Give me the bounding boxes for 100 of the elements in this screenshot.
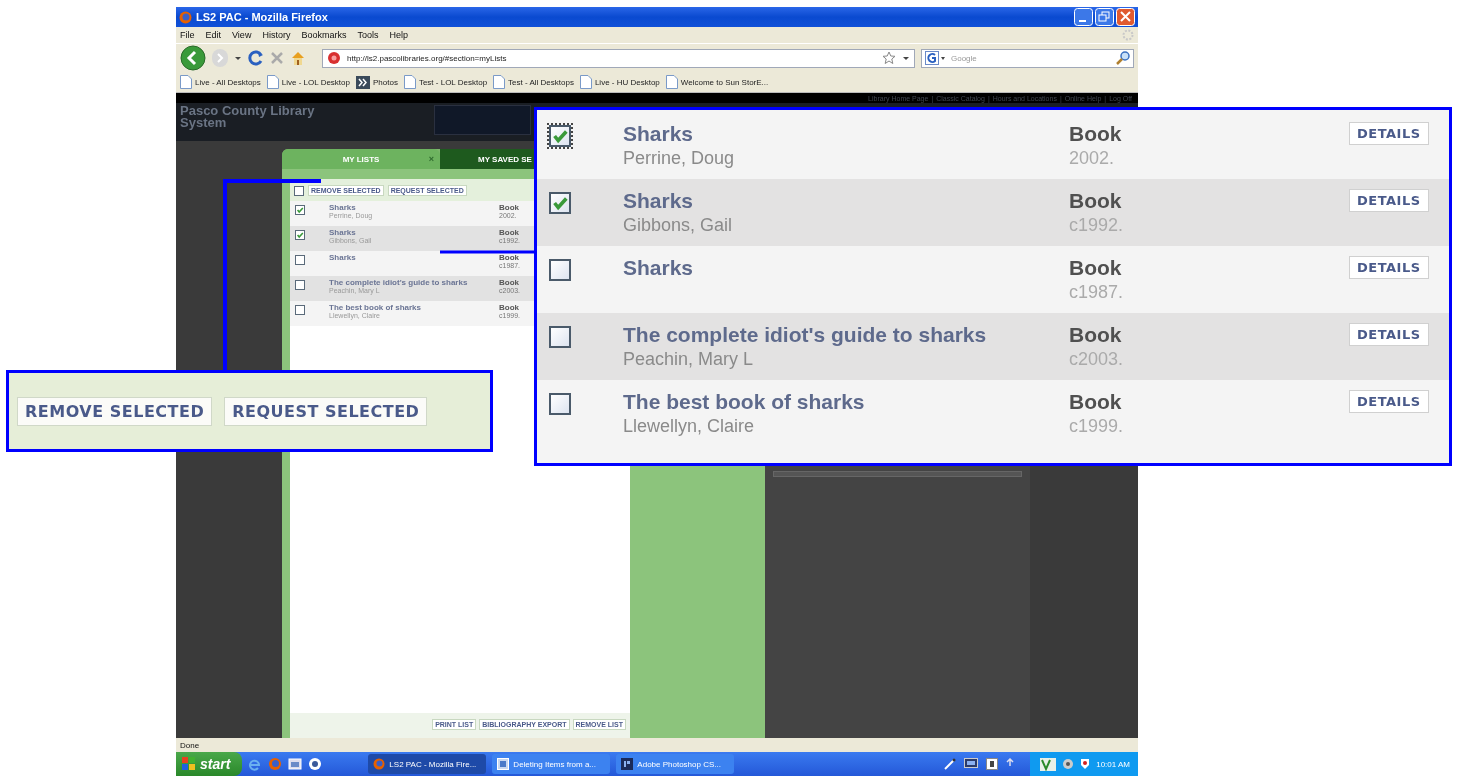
page-icon bbox=[180, 75, 192, 89]
bookmark-item[interactable]: Test - All Desktops bbox=[493, 75, 574, 89]
item-title[interactable]: Sharks bbox=[329, 203, 499, 212]
bookmark-item[interactable]: Welcome to Sun StorE... bbox=[665, 75, 769, 89]
restore-button[interactable] bbox=[1095, 8, 1114, 26]
item-format: Book bbox=[1069, 323, 1123, 347]
bookmark-item[interactable]: Photos bbox=[356, 75, 398, 89]
item-format: Book bbox=[499, 278, 520, 287]
page-icon bbox=[579, 75, 592, 89]
firefox-icon bbox=[179, 10, 192, 24]
item-year: 2002. bbox=[1069, 148, 1116, 169]
item-title[interactable]: The complete idiot's guide to sharks bbox=[623, 323, 1069, 347]
menu-item[interactable]: View bbox=[232, 30, 252, 40]
clock: 10:01 AM bbox=[1096, 759, 1130, 769]
shield-icon[interactable] bbox=[1080, 758, 1091, 770]
checkbox[interactable] bbox=[295, 230, 305, 240]
star-icon[interactable] bbox=[882, 51, 896, 65]
tab[interactable]: MY SAVED SE bbox=[440, 149, 535, 169]
checkbox[interactable] bbox=[294, 185, 304, 196]
details-button[interactable]: DETAILS bbox=[1349, 256, 1429, 279]
item-title[interactable]: The best book of sharks bbox=[329, 303, 499, 312]
site-name: Pasco County Library System bbox=[180, 105, 316, 132]
page-icon bbox=[403, 75, 416, 89]
item-format: Book bbox=[1069, 390, 1123, 414]
details-button[interactable]: DETAILS bbox=[1349, 122, 1429, 145]
search-engine-icon[interactable] bbox=[925, 51, 947, 65]
photoshop-icon bbox=[621, 758, 634, 770]
search-icon[interactable] bbox=[1116, 51, 1130, 65]
help-icon[interactable] bbox=[986, 758, 999, 770]
item-title[interactable]: Sharks bbox=[623, 122, 1069, 146]
menu-item[interactable]: Edit bbox=[205, 30, 222, 40]
start-button[interactable]: start bbox=[176, 752, 243, 776]
dropdown-arrow-icon[interactable] bbox=[902, 54, 910, 62]
dropdown-arrow-icon[interactable] bbox=[234, 54, 242, 62]
taskbar-button[interactable]: LS2 PAC - Mozilla Fire... bbox=[368, 754, 487, 774]
checkbox[interactable] bbox=[295, 305, 305, 315]
checkbox[interactable] bbox=[549, 393, 571, 415]
item-year: c1992. bbox=[1069, 215, 1125, 236]
item-format: Book bbox=[499, 228, 520, 237]
v-logo-icon[interactable] bbox=[1040, 757, 1057, 771]
speaker-icon[interactable] bbox=[1062, 758, 1075, 770]
taskbar-button[interactable]: Adobe Photoshop CS... bbox=[616, 754, 735, 774]
back-button[interactable] bbox=[180, 45, 206, 71]
item-year: c1987. bbox=[1069, 282, 1125, 303]
minimize-button[interactable] bbox=[1074, 8, 1093, 26]
window-icon[interactable] bbox=[288, 757, 303, 771]
checkbox[interactable] bbox=[295, 205, 305, 215]
window-title: LS2 PAC - Mozilla Firefox bbox=[196, 11, 329, 23]
menu-item[interactable]: File bbox=[180, 30, 195, 40]
item-format: Book bbox=[499, 253, 520, 262]
item-year: c2003. bbox=[1069, 349, 1125, 370]
action-button[interactable]: REMOVE SELECTED bbox=[17, 396, 213, 426]
monitor-icon[interactable] bbox=[964, 758, 979, 770]
bookmark-item[interactable]: Live - HU Desktop bbox=[579, 75, 660, 89]
reload-button[interactable] bbox=[248, 50, 264, 66]
bookmark-item[interactable]: Live - All Desktops bbox=[180, 75, 261, 89]
item-format: Book bbox=[1069, 122, 1123, 146]
firefox-icon bbox=[373, 758, 386, 770]
circle-icon[interactable] bbox=[308, 757, 323, 771]
checkbox[interactable] bbox=[549, 326, 571, 348]
menu-item[interactable]: History bbox=[262, 30, 291, 40]
throbber-icon bbox=[1122, 29, 1134, 41]
item-format: Book bbox=[1069, 189, 1123, 213]
page-icon bbox=[266, 75, 279, 89]
close-button[interactable] bbox=[1116, 8, 1135, 26]
item-author: Peachin, Mary L bbox=[623, 349, 755, 370]
pen-icon[interactable] bbox=[944, 758, 957, 770]
item-format: Book bbox=[499, 303, 520, 312]
item-title[interactable]: Sharks bbox=[329, 253, 499, 262]
item-format: Book bbox=[1069, 256, 1123, 280]
site-icon bbox=[327, 51, 341, 65]
item-author: Gibbons, Gail bbox=[623, 215, 734, 236]
item-title[interactable]: Sharks bbox=[623, 256, 1069, 280]
taskbar-button[interactable]: Deleting Items from a... bbox=[492, 754, 611, 774]
item-author: Perrine, Doug bbox=[623, 148, 736, 169]
checkbox[interactable] bbox=[295, 255, 305, 265]
details-button[interactable]: DETAILS bbox=[1349, 390, 1429, 413]
details-button[interactable]: DETAILS bbox=[1349, 189, 1429, 212]
feed-icon bbox=[356, 75, 370, 89]
address-bar[interactable]: http://ls2.pascolibraries.org/#section=myLists bbox=[322, 48, 915, 68]
checkbox[interactable] bbox=[295, 280, 305, 290]
details-button[interactable]: DETAILS bbox=[1349, 323, 1429, 346]
page-icon bbox=[493, 75, 506, 89]
menu-item[interactable]: Bookmarks bbox=[301, 30, 347, 40]
checkbox[interactable] bbox=[549, 192, 571, 214]
menu-item[interactable]: Tools bbox=[357, 30, 379, 40]
bookmark-item[interactable]: Live - LOL Desktop bbox=[266, 75, 350, 89]
item-title[interactable]: The best book of sharks bbox=[623, 390, 1069, 414]
action-button[interactable]: REQUEST SELECTED bbox=[224, 396, 428, 426]
windows-logo-icon bbox=[182, 757, 196, 771]
search-field[interactable]: Google bbox=[921, 48, 1134, 68]
item-title[interactable]: The complete idiot's guide to sharks bbox=[329, 278, 499, 287]
item-title[interactable]: Sharks bbox=[623, 189, 1069, 213]
checkbox[interactable] bbox=[549, 259, 571, 281]
menu-item[interactable]: Help bbox=[389, 30, 408, 40]
item-year: c1999. bbox=[1069, 416, 1125, 437]
item-format: Book bbox=[499, 203, 519, 212]
home-button[interactable] bbox=[290, 50, 306, 66]
item-title[interactable]: Sharks bbox=[329, 228, 499, 237]
bookmark-item[interactable]: Test - LOL Desktop bbox=[403, 75, 488, 89]
